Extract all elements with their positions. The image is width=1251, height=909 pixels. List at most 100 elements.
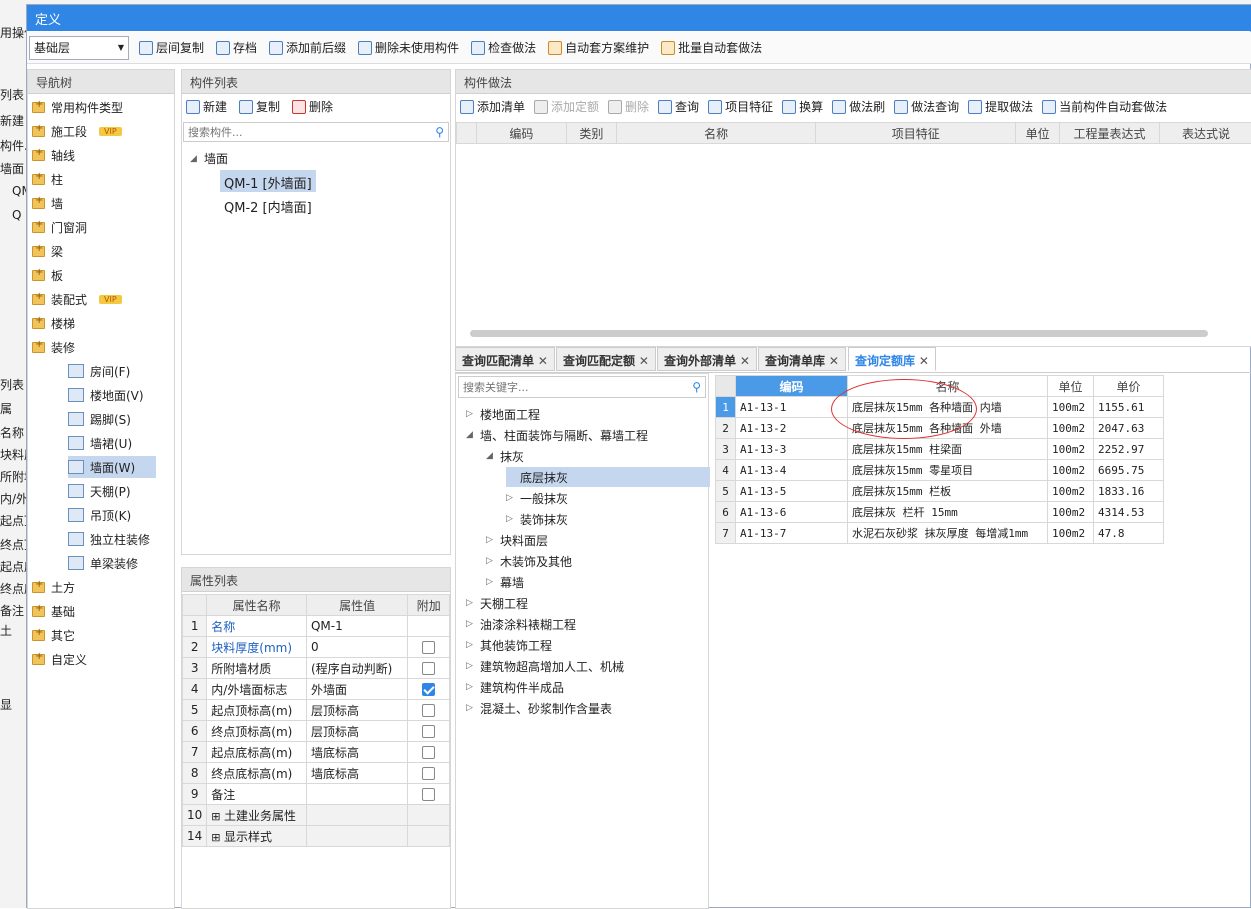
tree-search-input[interactable] — [463, 380, 673, 394]
nav-sub-item[interactable]: 房间(F) — [68, 360, 156, 382]
tree-node[interactable]: ◢ 墙、柱面装饰与隔断、幕墙工程 — [466, 425, 648, 445]
query-tab[interactable]: 查询匹配清单 ✕ — [455, 347, 555, 371]
tree-arrow-icon[interactable]: ▷ — [486, 556, 494, 566]
property-value[interactable]: (程序自动判断) — [305, 657, 409, 679]
property-value[interactable]: 外墙面 — [305, 678, 409, 700]
property-row[interactable]: 3 所附墙材质 (程序自动判断) — [181, 657, 450, 679]
tree-node[interactable]: ▷ 天棚工程 — [466, 593, 528, 613]
extra-checkbox[interactable] — [422, 641, 436, 654]
extra-checkbox[interactable] — [422, 767, 436, 780]
expand-plus-icon[interactable]: ⊞ — [211, 810, 224, 823]
tree-node[interactable]: ▷ 木装饰及其他 — [486, 551, 572, 571]
nav-sub-item[interactable]: 楼地面(V) — [68, 384, 156, 406]
toolbar-button[interactable]: 自动套方案维护 — [548, 39, 649, 56]
nav-item[interactable]: 土方 — [32, 576, 75, 598]
method-button[interactable]: 当前构件自动套做法 — [1042, 98, 1167, 115]
property-row[interactable]: 6 终点顶标高(m) 层顶标高 — [181, 720, 450, 742]
nav-sub-item[interactable]: 单梁装修 — [68, 552, 156, 574]
property-row[interactable]: 9 备注 — [181, 783, 450, 805]
tree-node[interactable]: ▷ 混凝土、砂浆制作含量表 — [466, 698, 612, 718]
tree-node[interactable]: ▷ 一般抹灰 — [506, 488, 568, 508]
component-search-input[interactable] — [188, 125, 418, 139]
nav-item[interactable]: 轴线 — [32, 144, 75, 166]
tree-node[interactable]: ▷ 其他装饰工程 — [466, 635, 552, 655]
tree-arrow-icon[interactable]: ▷ — [506, 493, 514, 503]
property-value[interactable]: 层顶标高 — [305, 720, 409, 742]
tree-arrow-icon[interactable]: ▷ — [486, 577, 494, 587]
tree-arrow-icon[interactable]: ◢ — [486, 451, 494, 461]
nav-sub-item[interactable]: 吊顶(K) — [68, 504, 156, 526]
tree-node[interactable]: ▷ 块料面层 — [486, 530, 548, 550]
search-icon[interactable]: ⚲ — [435, 125, 444, 139]
horizontal-scrollbar[interactable] — [470, 330, 1208, 337]
property-row[interactable]: 8 终点底标高(m) 墙底标高 — [181, 762, 450, 784]
layer-select[interactable]: 基础层 ▼ — [29, 35, 129, 60]
component-item[interactable]: QM-2 [内墙面] — [220, 194, 316, 216]
tree-arrow-icon[interactable]: ▷ — [466, 409, 474, 419]
nav-item[interactable]: 常用构件类型 — [32, 96, 123, 118]
nav-sub-item[interactable]: 墙裙(U) — [68, 432, 156, 454]
nav-sub-item[interactable]: 踢脚(S) — [68, 408, 156, 430]
quota-row[interactable]: 5 A1-13-5 底层抹灰15mm 栏板 100m2 1833.16 — [715, 480, 1164, 502]
toolbar-button[interactable]: 删除未使用构件 — [358, 39, 459, 56]
property-value[interactable] — [305, 825, 409, 847]
tree-node[interactable]: ▷ 装饰抹灰 — [506, 509, 568, 529]
method-button[interactable]: 做法查询 — [894, 98, 959, 115]
nav-item[interactable]: 楼梯 — [32, 312, 75, 334]
nav-item[interactable]: 墙 — [32, 192, 63, 214]
quota-header-price[interactable]: 单价 — [1093, 375, 1164, 397]
property-value[interactable]: 墙底标高 — [305, 762, 409, 784]
method-header[interactable]: 项目特征 — [815, 122, 1017, 144]
tree-node[interactable]: ◢ 抹灰 — [486, 446, 524, 466]
tree-node[interactable]: ▷ 建筑构件半成品 — [466, 677, 564, 697]
extra-checkbox[interactable] — [422, 704, 436, 717]
property-row[interactable]: 1 名称 QM-1 — [181, 615, 450, 637]
component-item[interactable]: QM-1 [外墙面] — [220, 170, 316, 192]
quota-header-code[interactable]: 编码 — [735, 375, 848, 397]
property-row[interactable]: 2 块料厚度(mm) 0 — [181, 636, 450, 658]
extra-checkbox[interactable] — [422, 725, 436, 738]
toolbar-button[interactable]: 添加前后缀 — [269, 39, 346, 56]
close-icon[interactable]: ✕ — [825, 354, 839, 368]
property-row[interactable]: 10 ⊞ 土建业务属性 — [181, 804, 450, 826]
nav-item[interactable]: 其它 — [32, 624, 75, 646]
quota-row[interactable]: 3 A1-13-3 底层抹灰15mm 柱梁面 100m2 2252.97 — [715, 438, 1164, 460]
method-button[interactable]: 添加定额 — [534, 98, 599, 115]
property-row[interactable]: 5 起点顶标高(m) 层顶标高 — [181, 699, 450, 721]
toolbar-button[interactable]: 检查做法 — [471, 39, 536, 56]
method-button[interactable]: 做法刷 — [832, 98, 885, 115]
tree-search[interactable]: ⚲ — [458, 376, 706, 398]
method-button[interactable]: 查询 — [658, 98, 699, 115]
method-button[interactable]: 项目特征 — [708, 98, 773, 115]
nav-sub-item[interactable]: 独立柱装修 — [68, 528, 156, 550]
property-row[interactable]: 14 ⊞ 显示样式 — [181, 825, 450, 847]
tree-arrow-icon[interactable]: ▷ — [466, 640, 474, 650]
component-button[interactable]: 删除 — [292, 98, 333, 115]
nav-item[interactable]: 门窗洞 — [32, 216, 87, 238]
property-value[interactable]: 层顶标高 — [305, 699, 409, 721]
nav-item[interactable]: 自定义 — [32, 648, 87, 670]
method-header[interactable]: 类别 — [565, 122, 617, 144]
quota-row[interactable]: 7 A1-13-7 水泥石灰砂浆 抹灰厚度 每增减1mm 100m2 47.8 — [715, 522, 1164, 544]
nav-item[interactable]: 装配式 VIP — [32, 288, 122, 310]
expand-plus-icon[interactable]: ⊞ — [211, 831, 224, 844]
tree-node[interactable]: 底层抹灰 — [506, 467, 710, 487]
close-icon[interactable]: ✕ — [534, 354, 548, 368]
tree-node[interactable]: ▷ 楼地面工程 — [466, 404, 540, 424]
expand-arrow-icon[interactable]: ◢ — [190, 154, 198, 164]
quota-row[interactable]: 6 A1-13-6 底层抹灰 栏杆 15mm 100m2 4314.53 — [715, 501, 1164, 523]
property-row[interactable]: 4 内/外墙面标志 外墙面 — [181, 678, 450, 700]
property-value[interactable]: 墙底标高 — [305, 741, 409, 763]
method-header[interactable]: 名称 — [615, 122, 817, 144]
tree-arrow-icon[interactable]: ▷ — [506, 514, 514, 524]
component-button[interactable]: 新建 — [186, 98, 227, 115]
component-button[interactable]: 复制 — [239, 98, 280, 115]
nav-sub-item[interactable]: 墙面(W) — [68, 456, 156, 478]
query-tab[interactable]: 查询定额库 ✕ — [848, 347, 936, 371]
tree-arrow-icon[interactable]: ▷ — [466, 682, 474, 692]
method-header[interactable]: 工程量表达式 — [1059, 122, 1161, 144]
toolbar-button[interactable]: 层间复制 — [139, 39, 204, 56]
close-icon[interactable]: ✕ — [736, 354, 750, 368]
extra-checkbox[interactable] — [422, 662, 436, 675]
component-search[interactable]: ⚲ — [183, 122, 449, 142]
